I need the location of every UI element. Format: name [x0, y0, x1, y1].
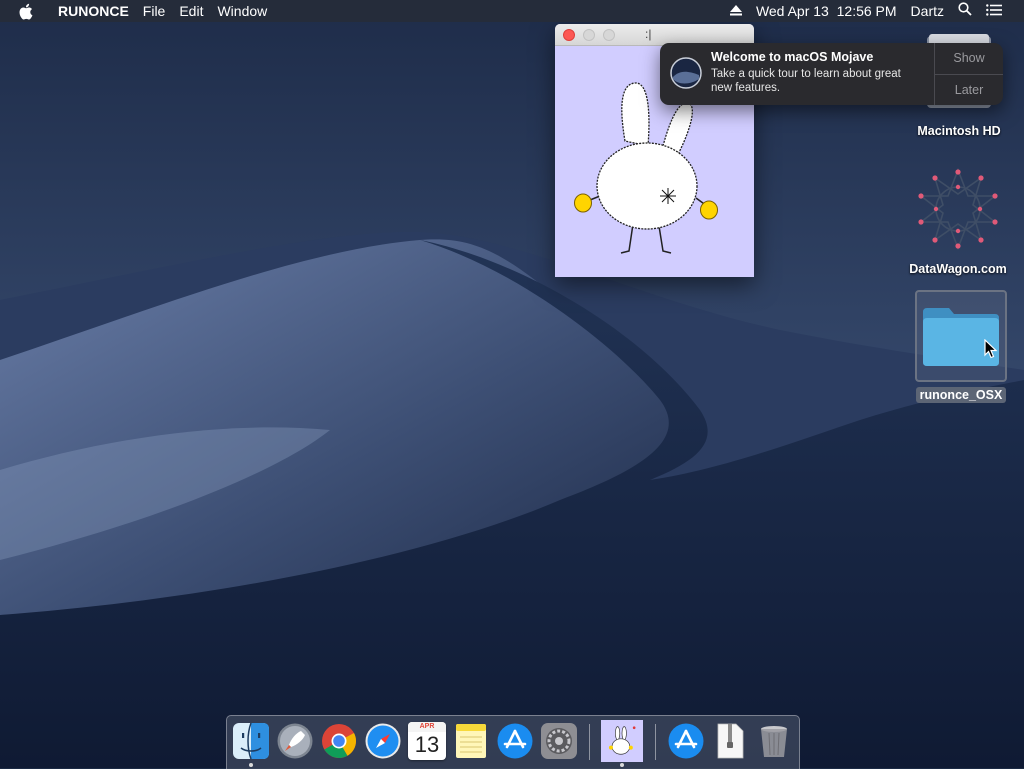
- menu-file[interactable]: File: [136, 0, 173, 22]
- apple-menu-icon[interactable]: [0, 3, 51, 20]
- window-minimize-button[interactable]: [583, 29, 595, 41]
- app-store-icon[interactable]: [496, 722, 534, 760]
- notification-body: Take a quick tour to learn about great n…: [711, 68, 901, 94]
- menu-app-name[interactable]: RUNONCE: [51, 0, 136, 22]
- selection-highlight: [915, 290, 1007, 382]
- desktop-icon-label: Macintosh HD: [917, 124, 1001, 138]
- zip-file-icon[interactable]: [711, 722, 749, 760]
- running-indicator: [620, 763, 624, 767]
- desktop-icon-runonce-folder[interactable]: runonce_OSX: [904, 290, 1018, 404]
- window-title: :|: [645, 27, 652, 41]
- system-preferences-icon[interactable]: [540, 722, 578, 760]
- running-indicator: [249, 763, 253, 767]
- dock-separator: [655, 724, 656, 760]
- notes-icon[interactable]: [452, 722, 490, 760]
- notification-actions: Show Later: [934, 43, 1003, 105]
- desktop-icon-label: DataWagon.com: [909, 262, 1007, 276]
- safari-icon[interactable]: [364, 722, 402, 760]
- spotlight-search-icon[interactable]: [951, 0, 979, 22]
- launchpad-icon[interactable]: [276, 722, 314, 760]
- eject-icon[interactable]: [723, 0, 749, 22]
- geometric-star-icon: [918, 167, 998, 251]
- menu-window[interactable]: Window: [210, 0, 274, 22]
- notification-show-button[interactable]: Show: [935, 43, 1003, 75]
- mouse-cursor-icon: [984, 339, 998, 359]
- finder-icon[interactable]: [232, 722, 270, 760]
- dock: APR 13: [226, 715, 800, 769]
- desktop-icon-label: runonce_OSX: [915, 387, 1007, 403]
- menu-user[interactable]: Dartz: [904, 0, 951, 22]
- notification-title: Welcome to macOS Mojave: [711, 50, 874, 64]
- bunny-illustration: [574, 82, 718, 254]
- trash-icon[interactable]: [755, 722, 793, 760]
- dock-separator: [589, 724, 590, 760]
- bunny-app-icon[interactable]: [601, 720, 643, 762]
- desktop-wallpaper: [0, 0, 1024, 768]
- menu-bar: RUNONCE File Edit Window Wed Apr 13 12:5…: [0, 0, 1024, 22]
- desktop-icon-datawagon[interactable]: DataWagon.com: [898, 166, 1018, 276]
- menu-clock[interactable]: Wed Apr 13 12:56 PM: [749, 0, 904, 22]
- calendar-day: 13: [414, 732, 440, 757]
- notification-later-button[interactable]: Later: [935, 75, 1003, 106]
- calendar-icon[interactable]: APR 13: [408, 722, 446, 760]
- notification-banner[interactable]: Welcome to macOS Mojave Take a quick tou…: [660, 43, 1003, 105]
- window-zoom-button[interactable]: [603, 29, 615, 41]
- menu-edit[interactable]: Edit: [172, 0, 210, 22]
- mojave-icon: [670, 57, 702, 89]
- chrome-icon[interactable]: [320, 722, 358, 760]
- notification-center-icon[interactable]: [979, 0, 1024, 22]
- app-store-icon[interactable]: [667, 722, 705, 760]
- window-close-button[interactable]: [563, 29, 575, 41]
- calendar-month: APR: [408, 722, 446, 732]
